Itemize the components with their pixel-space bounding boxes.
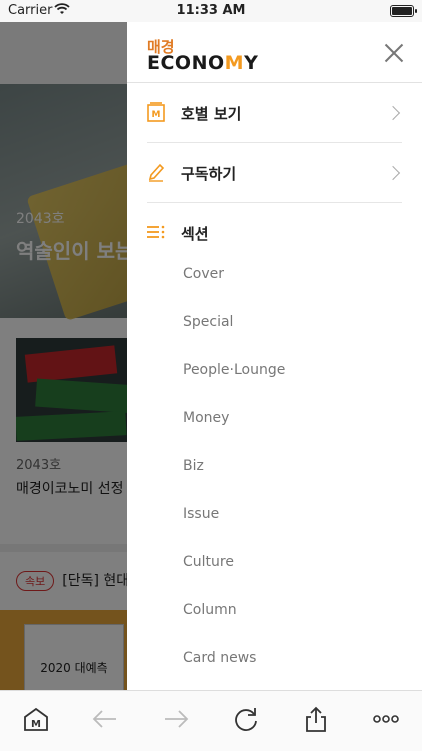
battery-icon (390, 5, 417, 17)
svg-text:M: M (31, 719, 41, 730)
menu-item-subscribe[interactable]: 구독하기 (147, 154, 402, 194)
chevron-right-icon (385, 105, 401, 121)
menu-item-issues[interactable]: M 호별 보기 (147, 94, 402, 134)
chevron-right-icon (385, 165, 401, 181)
divider (147, 202, 402, 203)
forward-icon[interactable] (162, 705, 190, 733)
section-item-issue[interactable]: Issue (183, 506, 219, 522)
list-icon (147, 222, 165, 242)
section-item-column[interactable]: Column (183, 602, 237, 618)
section-item-biz[interactable]: Biz (183, 458, 204, 474)
menu-item-label: 호별 보기 (181, 105, 242, 123)
status-bar: Carrier 11:33 AM (0, 0, 422, 22)
section-header: 섹션 (147, 214, 402, 254)
divider (147, 142, 402, 143)
section-item-people-lounge[interactable]: People·Lounge (183, 362, 285, 378)
pencil-icon (147, 162, 165, 182)
section-item-culture[interactable]: Culture (183, 554, 234, 570)
section-item-cover[interactable]: Cover (183, 266, 224, 282)
side-drawer: 매경 ECONOMY M 호별 보기 구독하기 섹션 Cover Special… (127, 22, 422, 690)
section-item-money[interactable]: Money (183, 410, 229, 426)
share-icon[interactable] (302, 705, 330, 733)
section-item-special[interactable]: Special (183, 314, 233, 330)
bottom-toolbar: M (0, 690, 422, 751)
refresh-icon[interactable] (232, 705, 260, 733)
magazine-icon: M (147, 102, 165, 122)
clock: 11:33 AM (176, 3, 246, 18)
back-icon[interactable] (91, 705, 119, 733)
section-item-card-news[interactable]: Card news (183, 650, 256, 666)
menu-item-label: 구독하기 (181, 165, 237, 183)
app-logo: ECONOMY (147, 52, 259, 74)
home-icon[interactable]: M (22, 705, 50, 733)
section-header-label: 섹션 (181, 225, 209, 243)
more-icon[interactable] (372, 705, 400, 733)
svg-text:M: M (152, 110, 161, 120)
close-icon[interactable] (383, 42, 405, 64)
header-divider (127, 82, 422, 83)
